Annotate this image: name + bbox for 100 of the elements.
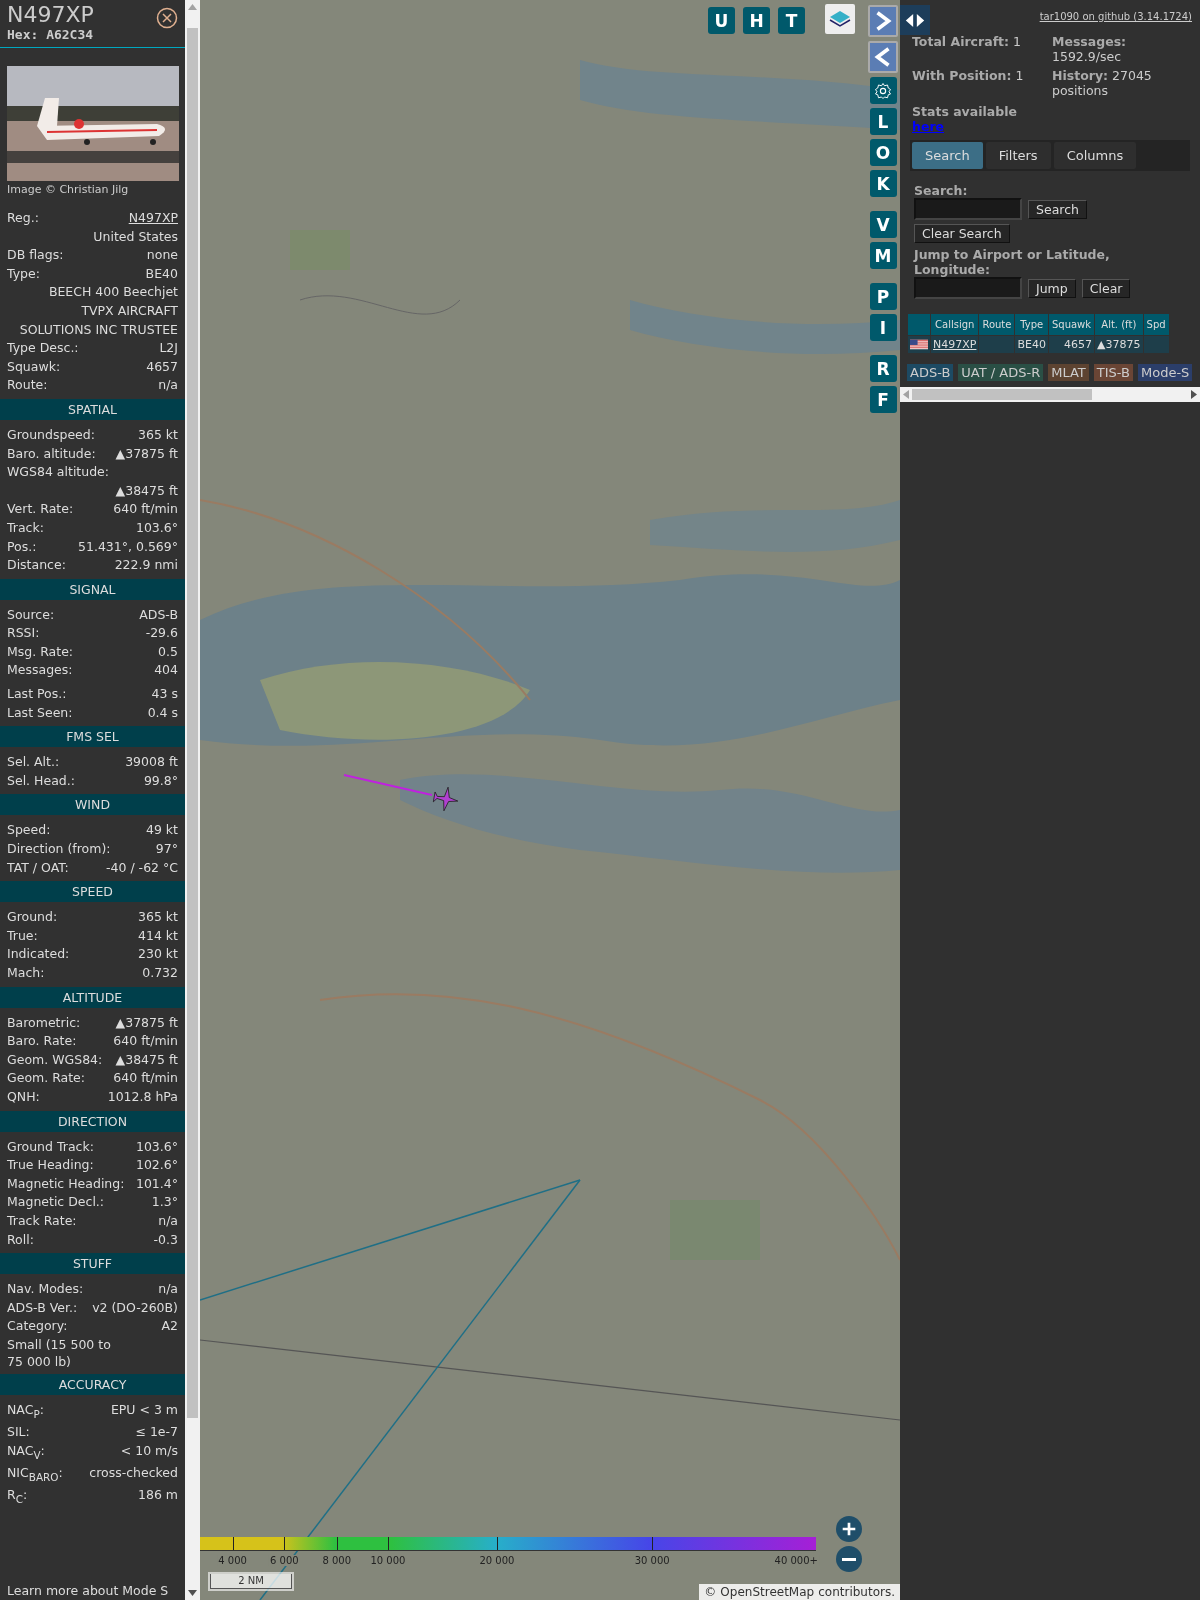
tab[interactable]: Columns	[1053, 142, 1137, 169]
field-label: Last Seen:	[7, 703, 73, 722]
field-value: 43 s	[151, 685, 178, 704]
map-button[interactable]: T	[778, 7, 805, 34]
field-value: 99.8°	[143, 771, 178, 790]
legend-label: 40 000+	[773, 1555, 819, 1566]
map-button[interactable]: K	[869, 170, 897, 197]
registration-link[interactable]: N497XP	[128, 209, 178, 228]
field-label: NIC$_{BARO}$:	[7, 1463, 63, 1485]
horizontal-scrollbar[interactable]	[900, 387, 1200, 402]
map-button[interactable]: R	[869, 355, 897, 382]
stat-text: History: 27045 positions	[1052, 68, 1153, 98]
field-label: Baro. altitude:	[7, 444, 96, 463]
column-header[interactable]: Type	[1015, 314, 1048, 335]
column-header[interactable]: Route	[979, 314, 1015, 335]
table-cell: BE40	[1015, 336, 1048, 353]
legend-label: 4 000	[217, 1555, 248, 1566]
search-label: Search:	[914, 183, 969, 198]
footer-text: Learn more about Mode S	[6, 1583, 170, 1600]
field-label: Route:	[7, 376, 48, 395]
column-header[interactable]: Alt. (ft)	[1095, 314, 1143, 335]
section-header: FMS SEL	[0, 726, 185, 748]
field-value: n/a	[158, 1280, 178, 1299]
column-header[interactable]: Squawk	[1048, 314, 1095, 335]
github-link[interactable]: tar1090 on github (3.14.1724)	[1039, 11, 1192, 22]
settings-button[interactable]	[869, 77, 897, 104]
field-label: Messages:	[7, 661, 73, 680]
column-header[interactable]: Callsign	[931, 314, 979, 335]
field-label: QNH:	[7, 1087, 40, 1106]
field-value: BEECH 400 Beechjet	[48, 283, 178, 302]
field-value: ▲38475 ft	[115, 1050, 178, 1069]
field-value: 103.6°	[135, 1137, 178, 1156]
map-button[interactable]: V	[869, 211, 897, 238]
tab[interactable]: Filters	[985, 142, 1051, 169]
map-button[interactable]: F	[869, 386, 897, 413]
field-value: United States	[93, 227, 178, 246]
section-header: ACCURACY	[0, 1373, 185, 1395]
copyright-text: ©	[704, 1585, 717, 1599]
map-button[interactable]: H	[743, 7, 770, 34]
legend-label: 30 000	[633, 1555, 671, 1566]
callsign-link[interactable]: N497XP	[933, 338, 977, 351]
field-value: n/a	[158, 376, 178, 395]
legend-label: 20 000	[478, 1555, 516, 1566]
field-value: A2	[161, 1317, 178, 1336]
field-label: Magnetic Decl.:	[7, 1193, 105, 1212]
jump-field[interactable]	[914, 277, 1022, 299]
legend-label: 10 000	[369, 1555, 407, 1566]
tab[interactable]: Search	[912, 142, 983, 169]
map-button[interactable]: O	[869, 139, 897, 166]
field-label: Category:	[7, 1317, 68, 1336]
field-value: -29.6	[145, 624, 178, 643]
scroll-up-icon[interactable]	[188, 3, 197, 11]
field-label: TAT / OAT:	[7, 858, 69, 877]
source-badge: ADS-B	[907, 364, 954, 381]
field-value: cross-checked	[89, 1463, 178, 1482]
field-value: ADS-B	[139, 605, 178, 624]
field-label: Track Rate:	[7, 1211, 77, 1230]
scrollbar[interactable]	[185, 0, 200, 1600]
field-label: Groundspeed:	[7, 425, 95, 444]
field-value: 0.732	[142, 964, 178, 982]
field-value: TVPX AIRCRAFT SOLUTIONS INC TRUSTEE	[18, 301, 178, 339]
scroll-down-icon[interactable]	[188, 1589, 197, 1597]
layers-button[interactable]	[825, 4, 855, 34]
field-value: v2 (DO-260B)	[92, 1298, 178, 1317]
previous-button[interactable]	[868, 41, 898, 73]
column-header	[908, 314, 930, 335]
panel-toggle-button[interactable]	[900, 5, 930, 35]
minus-icon	[842, 1557, 856, 1561]
map-button[interactable]: I	[869, 314, 897, 341]
section-header: SPATIAL	[0, 398, 185, 420]
column-header[interactable]: Spd	[1143, 314, 1169, 335]
search-button[interactable]: Search	[1028, 199, 1087, 219]
map-button[interactable]: P	[869, 283, 897, 310]
field-label: ADS-B Ver.:	[7, 1298, 78, 1317]
field-value: 4657	[146, 357, 178, 376]
scale-bar: 2 NM	[210, 1574, 292, 1589]
map-button[interactable]: L	[869, 108, 897, 135]
map-button[interactable]: M	[869, 242, 897, 269]
jump-button[interactable]: Jump	[1028, 278, 1076, 298]
scroll-left-icon[interactable]	[903, 390, 909, 399]
field-label: Nav. Modes:	[7, 1280, 84, 1299]
clear-button[interactable]: Clear	[1081, 278, 1131, 298]
aircraft-icon[interactable]	[432, 785, 460, 813]
field-value: 640 ft/min	[113, 1032, 178, 1051]
field-label: Reg.:	[7, 209, 39, 227]
field-value: 101.4°	[135, 1174, 178, 1193]
clear-search-button[interactable]: Clear Search	[914, 224, 1010, 243]
close-icon[interactable]	[156, 7, 178, 29]
search-field[interactable]	[914, 198, 1022, 220]
field-value: 1012.8 hPa	[107, 1087, 178, 1106]
map-button[interactable]: U	[708, 7, 735, 34]
category-description: Small (15 500 to 75 000 lb)	[7, 1335, 112, 1370]
field-value: BE40	[145, 264, 178, 283]
field-label: Squawk:	[7, 357, 61, 376]
next-button[interactable]	[868, 5, 898, 37]
field-label: Roll:	[7, 1230, 34, 1249]
field-value: 0.5	[158, 642, 178, 661]
field-label: Direction (from):	[7, 840, 111, 859]
attribution-link[interactable]: OpenStreetMap	[720, 1585, 815, 1599]
scroll-right-icon[interactable]	[1191, 390, 1197, 399]
